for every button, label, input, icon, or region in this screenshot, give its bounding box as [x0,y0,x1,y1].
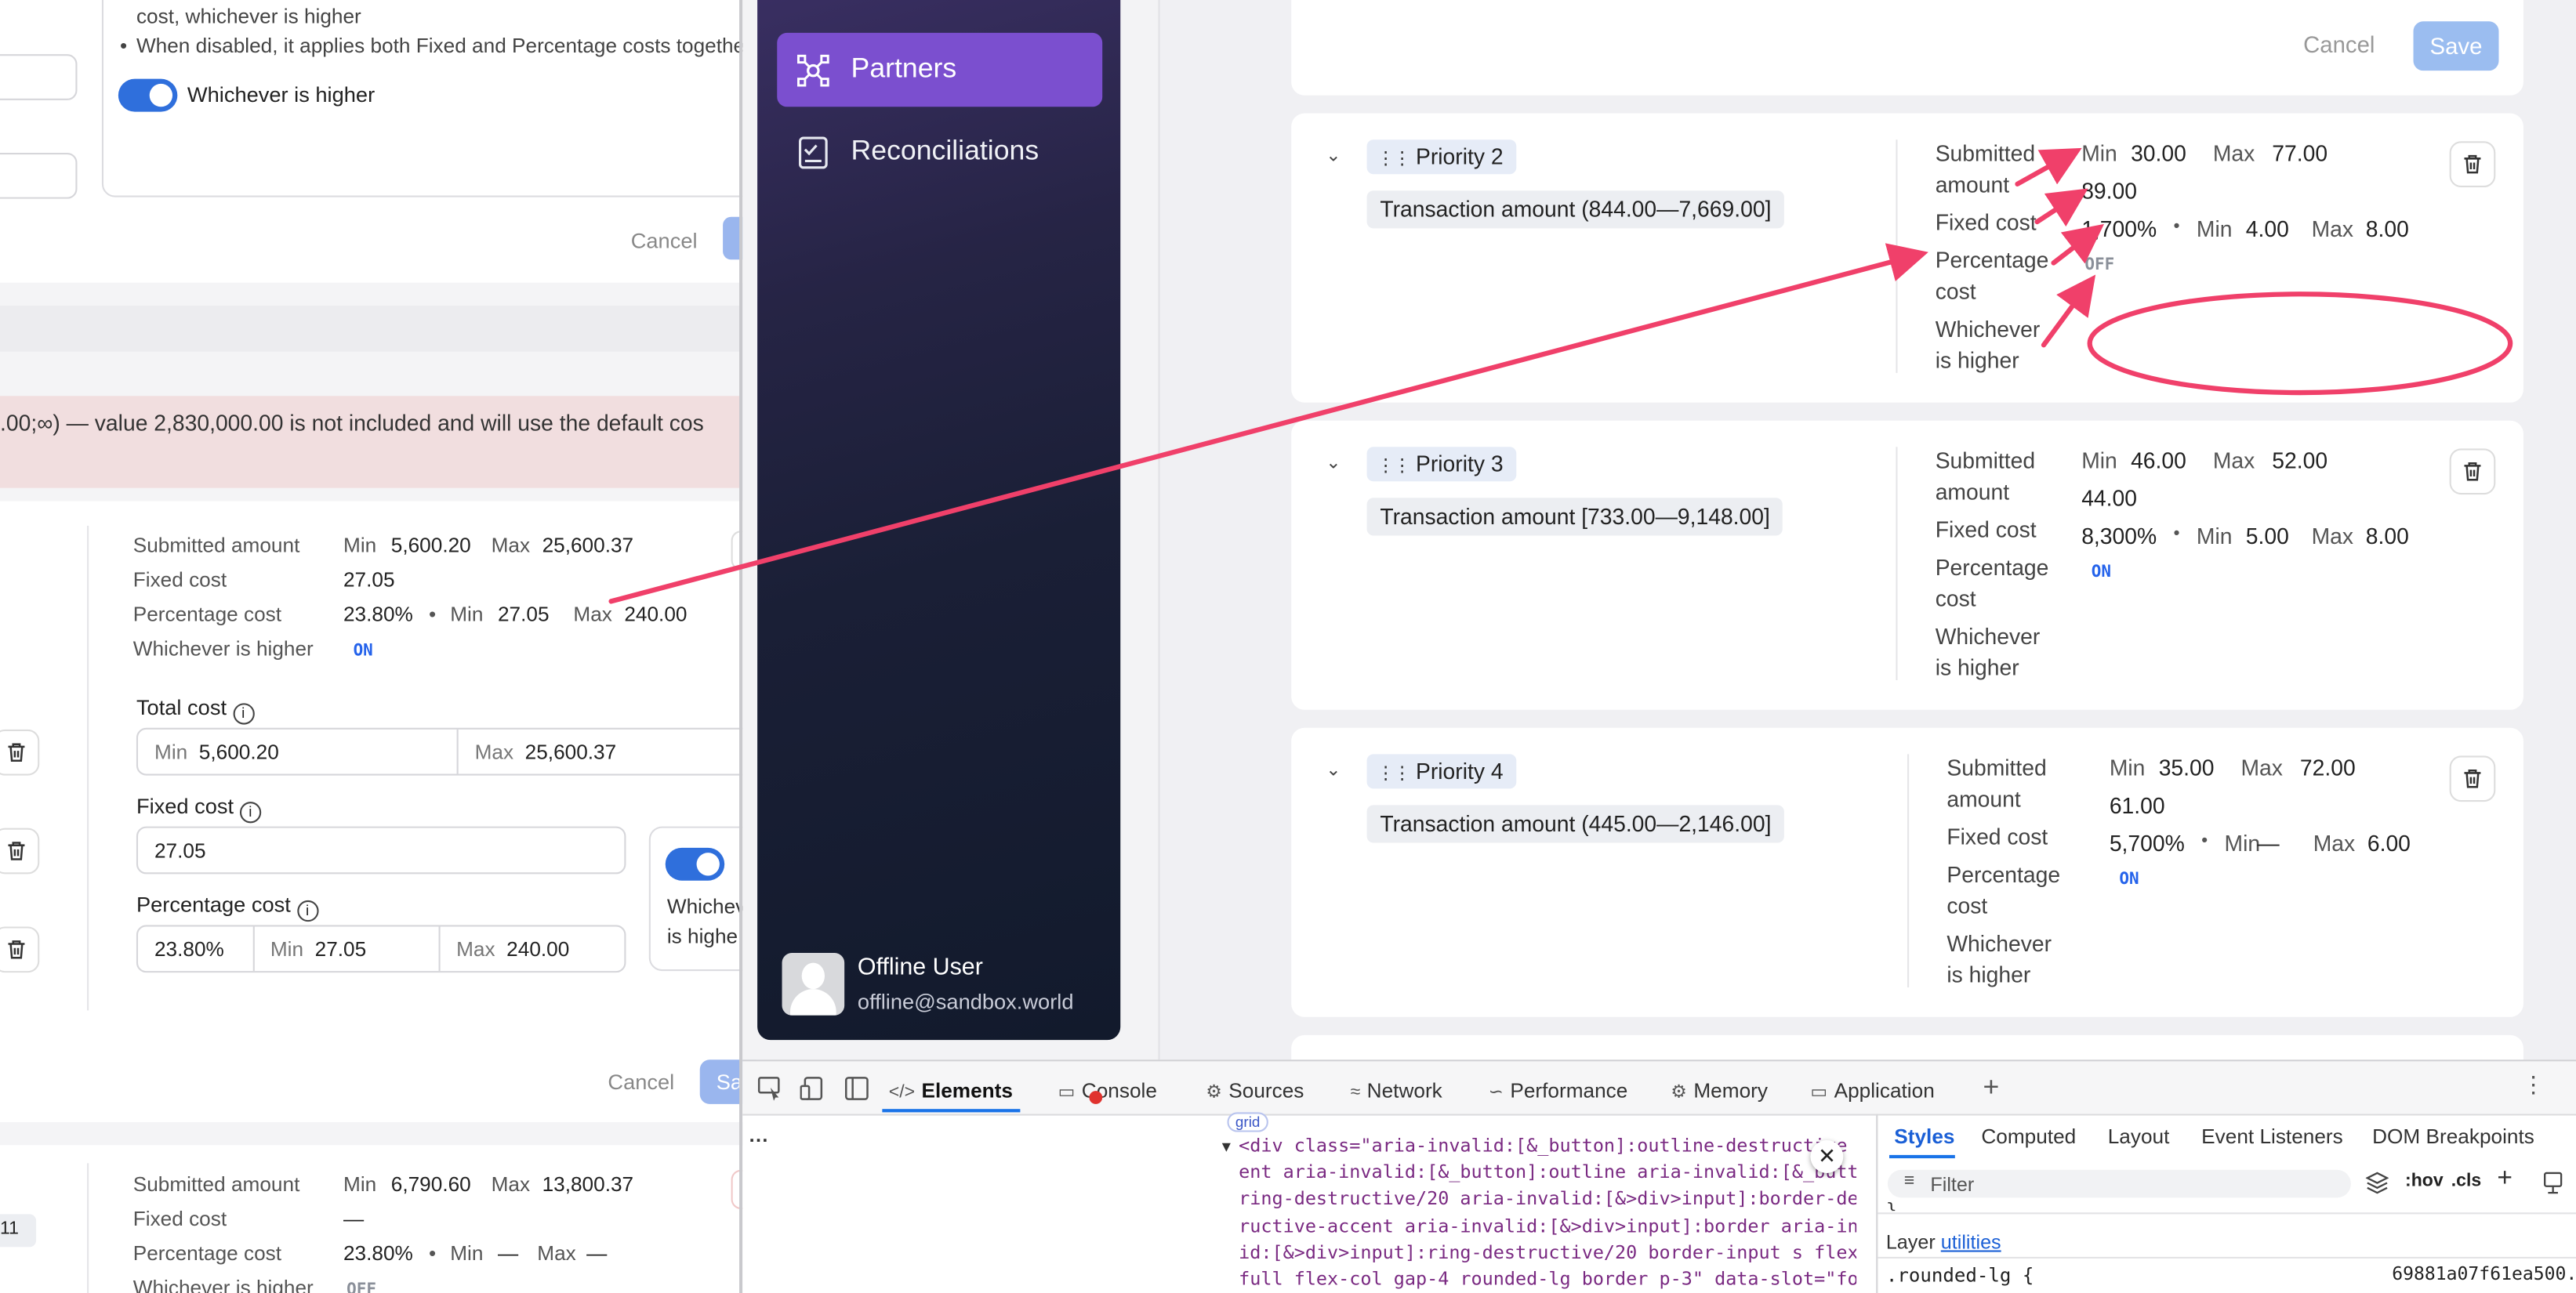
css-rule-selector: .rounded-lg { [1885,1263,2034,1287]
devtools-tab-label: Network [1366,1079,1442,1103]
close-overlay-icon[interactable]: ✕ [1810,1140,1844,1173]
annotation-arrow-3 [2051,223,2105,266]
code-line: ring-destructive/20 aria-invalid:[&>div>… [1239,1188,1857,1210]
devtools-tab-icon: ▭ [1058,1082,1076,1103]
ellipsis-icon[interactable]: ··· [749,1128,769,1151]
devtools-tab[interactable]: ▭ Console [1051,1068,1163,1113]
devtools: </> Elements ▭ Console ⚙ Sources ≈ Network ∽ Perf… [742,1059,2576,1293]
device-toggle-icon[interactable] [800,1076,827,1100]
annotation-arrow-4 [2041,274,2096,348]
devtools-tab-label: Application [1834,1079,1935,1103]
devtools-tab[interactable]: ⚙ Memory [1664,1068,1774,1113]
devtools-tab-icon: ∽ [1488,1082,1504,1103]
layers-icon[interactable] [2365,1172,2389,1194]
styles-pane-tab[interactable]: Styles [1894,1125,1954,1148]
devtools-tab-label: Elements [921,1079,1013,1103]
grid-badge: grid [1227,1112,1268,1132]
computed-sidebar-icon[interactable] [2543,1172,2563,1194]
devtools-split-border [1876,1114,1878,1293]
devtools-tab-icon: ▭ [1810,1082,1828,1103]
css-file-link[interactable]: 69881a07f61ea500.c [2392,1263,2576,1284]
dock-icon[interactable] [844,1076,869,1100]
devtools-tab-icon: ⚙ [1206,1082,1222,1103]
devtools-tab-label: Performance [1510,1079,1628,1103]
styles-rule-divider-2 [1878,1256,2576,1259]
filter-icon: ≡ [1903,1171,1915,1192]
code-line: ent aria-invalid:[&_button]:outline aria… [1239,1161,1857,1183]
filter-input[interactable]: ≡ Filter [1887,1169,2351,1198]
devtools-tab-label: Sources [1228,1079,1304,1103]
grid-badge-text: grid [1235,1114,1261,1131]
devtools-tab[interactable]: </> Elements [882,1068,1020,1113]
devtools-tab[interactable]: ∽ Performance [1482,1068,1634,1113]
devtools-tab-icon: ≈ [1350,1082,1361,1103]
console-error-dot [1089,1091,1103,1104]
new-rule-icon[interactable]: + [2497,1164,2513,1194]
cls-toggle[interactable]: .cls [2451,1172,2481,1191]
filter-placeholder: Filter [1930,1172,1975,1197]
screenshot-root: cost, whichever is higher • When disable… [0,0,2576,1293]
annotation-ellipse [2087,292,2513,396]
add-tab-icon[interactable]: + [1983,1071,1999,1104]
styles-pane-tab[interactable]: Event Listeners [2201,1125,2343,1148]
more-options-icon[interactable]: ⋮ [2522,1071,2545,1099]
devtools-tab-icon: </> [888,1082,916,1103]
expand-triangle-icon[interactable]: ▼ [1219,1139,1234,1155]
code-line: id:[&>div>input]:ring-destructive/20 bor… [1239,1241,1857,1263]
layer-link[interactable]: utilities [1941,1230,2001,1253]
hov-toggle[interactable]: :hov [2405,1172,2444,1191]
styles-tab-underline [1889,1154,1955,1159]
styles-pane-tab[interactable]: Computed [1981,1125,2076,1148]
devtools-tab[interactable]: ▭ Application [1804,1068,1941,1113]
code-line: <div class="aria-invalid:[&_button]:outl… [1239,1135,1857,1157]
layer-label: Layer utilities [1886,1230,2001,1253]
code-line: ructive-accent aria-invalid:[&>div>input… [1239,1215,1857,1237]
annotation-arrow-2 [2034,188,2088,227]
layer-label-text: Layer [1885,1230,1936,1254]
styles-rule-divider [1878,1212,2576,1215]
devtools-tab-label: Memory [1693,1079,1768,1103]
styles-pane-tab[interactable]: Layout [2108,1125,2170,1148]
styles-pane-tab[interactable]: DOM Breakpoints [2372,1125,2534,1148]
devtools-tab-icon: ⚙ [1671,1082,1687,1103]
devtools-tab[interactable]: ⚙ Sources [1199,1068,1311,1113]
annotation-arrow-long [608,243,1928,604]
code-line: full flex-col gap-4 rounded-lg border p-… [1239,1268,1857,1290]
prev-rule-close-brace: } [1885,1199,1897,1212]
devtools-tab[interactable]: ≈ Network [1344,1068,1449,1113]
annotation-arrow-1 [2015,147,2082,187]
inspect-icon[interactable] [757,1076,784,1101]
